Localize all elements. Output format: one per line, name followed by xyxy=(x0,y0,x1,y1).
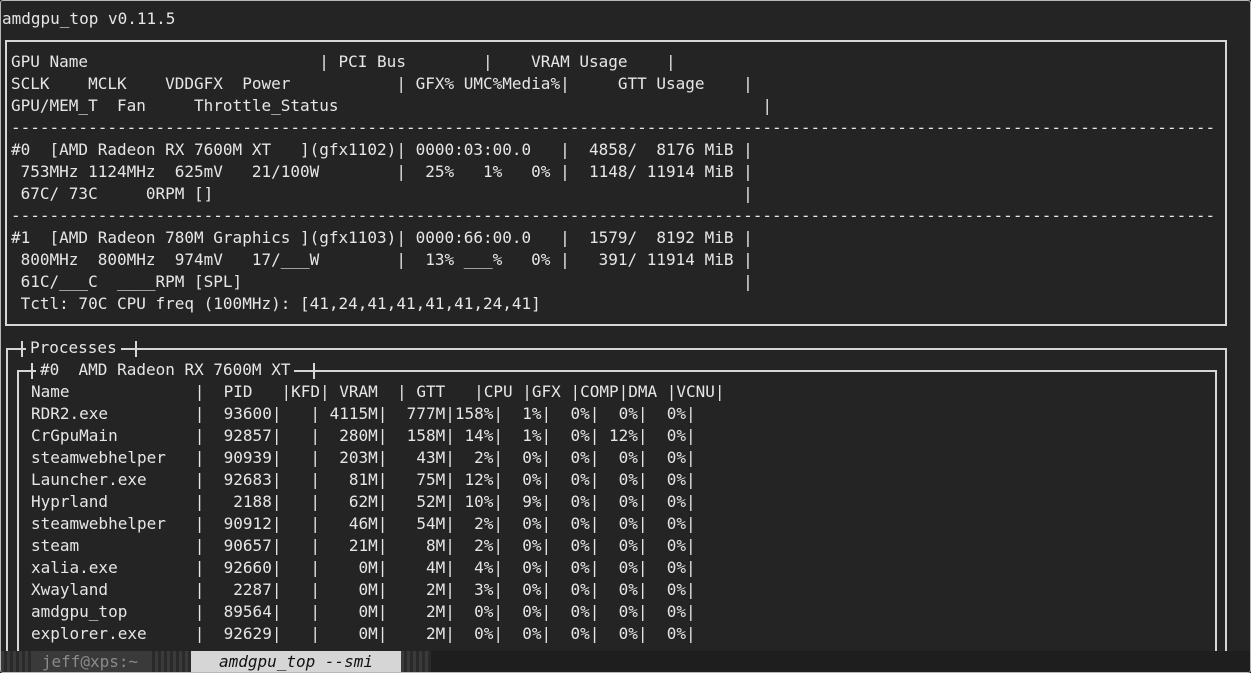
process-row: steamwebhelper | 90939| | 203M| 43M| 2%|… xyxy=(31,448,696,467)
tab-shell[interactable]: jeff@xps:~ xyxy=(31,651,149,672)
header-row-3: GPU/MEM_T Fan Throttle_Status | xyxy=(11,96,772,115)
app-title: amdgpu_top v0.11.5 xyxy=(2,9,176,28)
process-row: explorer.exe | 92629| | 0M| 2M| 0%| 0%| … xyxy=(31,624,696,643)
tab-edge-decoration xyxy=(1,651,31,672)
terminal-window[interactable]: amdgpu_top v0.11.5 GPU Name | PCI Bus | … xyxy=(0,0,1251,673)
process-row: amdgpu_top | 89564| | 0M| 2M| 0%| 0%| 0%… xyxy=(31,602,696,621)
processes-title: Processes xyxy=(26,337,121,359)
process-row: Hyprland | 2188| | 62M| 52M| 10%| 9%| 0%… xyxy=(31,492,696,511)
gpu1-row-2: 800MHz 800MHz 974mV 17/___W | 13% ___% 0… xyxy=(11,250,753,269)
gpu0-row-3: 67C/ 73C 0RPM [] | xyxy=(11,184,753,203)
tab-amdgpu-top[interactable]: amdgpu_top --smi xyxy=(191,651,401,672)
process-row: CrGpuMain | 92857| | 280M| 158M| 14%| 1%… xyxy=(31,426,696,445)
process-row: steamwebhelper | 90912| | 46M| 54M| 2%| … xyxy=(31,514,696,533)
gpu0-row-2: 753MHz 1124MHz 625mV 21/100W | 25% 1% 0%… xyxy=(11,162,753,181)
header-row-1: GPU Name | PCI Bus | VRAM Usage | xyxy=(11,52,676,71)
gpu0-row-1: #0 [AMD Radeon RX 7600M XT ](gfx1102)| 0… xyxy=(11,140,753,159)
tab-edge-decoration xyxy=(401,651,431,672)
process-row: Launcher.exe | 92683| | 81M| 75M| 12%| 0… xyxy=(31,470,696,489)
box-tick xyxy=(31,363,33,379)
process-row: RDR2.exe | 93600| | 4115M| 777M|158%| 1%… xyxy=(31,404,696,423)
separator: ----------------------------------------… xyxy=(11,118,1216,137)
gpu1-row-4: Tctl: 70C CPU freq (100MHz): [41,24,41,4… xyxy=(11,294,541,313)
process-row: steam | 90657| | 21M| 8M| 2%| 0%| 0%| 0%… xyxy=(31,536,696,555)
process-table-header: Name | PID |KFD| VRAM | GTT |CPU |GFX |C… xyxy=(31,382,725,401)
process-row: xalia.exe | 92660| | 0M| 4M| 4%| 0%| 0%|… xyxy=(31,558,696,577)
box-tick xyxy=(21,341,23,357)
status-bar: jeff@xps:~ amdgpu_top --smi xyxy=(1,651,1250,672)
header-row-2: SCLK MCLK VDDGFX Power | GFX% UMC%Media%… xyxy=(11,74,753,93)
box-tick xyxy=(135,341,137,357)
separator: ----------------------------------------… xyxy=(11,206,1216,225)
gpu1-row-1: #1 [AMD Radeon 780M Graphics ](gfx1103)|… xyxy=(11,228,753,247)
tab-edge-decoration xyxy=(149,651,191,672)
process-row: Xwayland | 2287| | 0M| 2M| 3%| 0%| 0%| 0… xyxy=(31,580,696,599)
process-gpu-label: #0 AMD Radeon RX 7600M XT xyxy=(36,359,295,381)
box-tick xyxy=(313,363,315,379)
gpu1-row-3: 61C/___C ____RPM [SPL] | xyxy=(11,272,753,291)
